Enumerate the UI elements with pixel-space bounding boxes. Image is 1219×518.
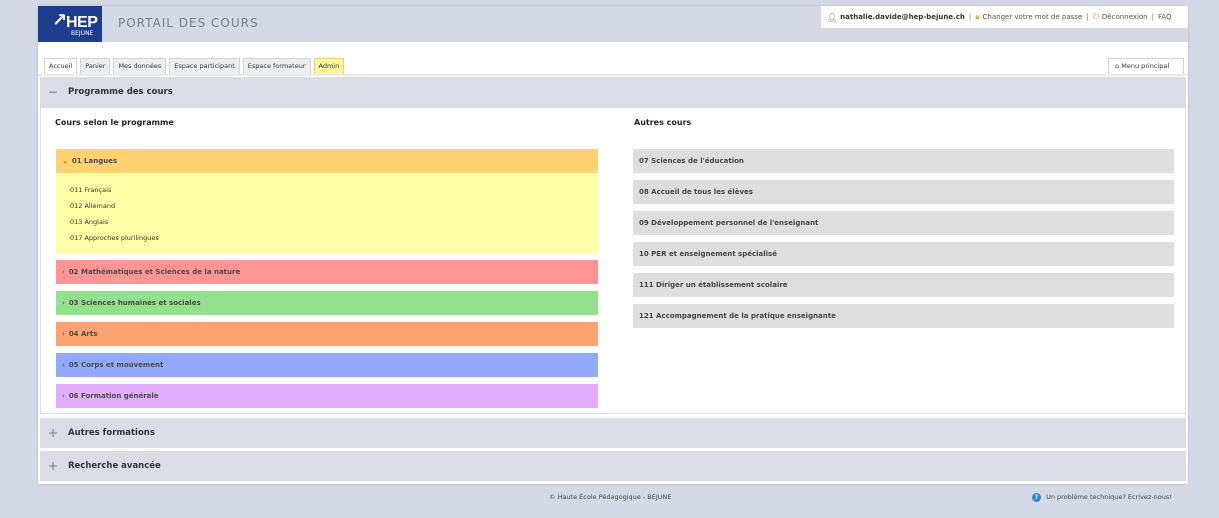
programme-item-label: 03 Sciences humaines et sociales <box>68 299 201 307</box>
tab-espace-participant[interactable]: Espace participant <box>169 58 240 74</box>
chevron-right-icon: › <box>62 330 65 338</box>
chevron-down-icon: ⌄ <box>62 157 68 165</box>
programme-item-mathematiques[interactable]: › 02 Mathématiques et Sciences de la nat… <box>56 260 598 284</box>
programme-item-label: 06 Formation générale <box>68 392 159 400</box>
autres-cours-item[interactable]: 08 Accueil de tous les élèves <box>633 180 1174 204</box>
programme-item-langues[interactable]: ⌄ 01 Langues <box>56 149 598 173</box>
programme-column-title: Cours selon le programme <box>55 118 174 127</box>
tab-mes-donnees[interactable]: Mes données <box>113 58 167 74</box>
tab-divider <box>38 74 1188 76</box>
chevron-right-icon: › <box>62 361 65 369</box>
logout-link[interactable]: Déconnexion <box>1102 13 1148 21</box>
section-autres-formations-title: Autres formations <box>68 428 155 438</box>
header: ↗ HEP BEJUNE PORTAIL DES COURS 👤︎ nathal… <box>38 6 1188 42</box>
logo-text: HEP <box>66 14 98 31</box>
section-programme-body: Cours selon le programme Autres cours ⌄ … <box>40 107 1186 414</box>
autres-cours-item[interactable]: 111 Diriger un établissement scolaire <box>633 273 1174 297</box>
chevron-right-icon: › <box>62 392 65 400</box>
tab-panier[interactable]: Panier <box>80 58 111 74</box>
faq-link[interactable]: FAQ <box>1158 13 1172 21</box>
hep-logo[interactable]: ↗ HEP BEJUNE <box>38 6 102 42</box>
chevron-right-icon: › <box>62 268 65 276</box>
section-programme-title: Programme des cours <box>68 87 173 97</box>
sublist-item-anglais[interactable]: 013 Anglais <box>70 217 598 233</box>
footer-help-link[interactable]: Un problème technique? Ecrivez-nous! <box>1046 493 1172 501</box>
autres-cours-item[interactable]: 09 Développement personnel de l'enseigna… <box>633 211 1174 235</box>
collapse-icon: − <box>48 85 59 99</box>
sublist-item-francais[interactable]: 011 Français <box>70 185 598 201</box>
section-programme-header[interactable]: − Programme des cours <box>40 77 1186 107</box>
chevron-right-icon: › <box>62 299 65 307</box>
logo-arrow-icon: ↗ <box>52 10 68 31</box>
user-email[interactable]: nathalie.davide@hep-bejune.ch <box>840 13 965 21</box>
expand-icon: + <box>48 426 59 440</box>
user-bar: 👤︎ nathalie.davide@hep-bejune.ch | 🔒︎ Ch… <box>821 6 1188 28</box>
programme-item-label: 04 Arts <box>68 330 98 338</box>
programme-item-arts[interactable]: › 04 Arts <box>56 322 598 346</box>
sublist-item-allemand[interactable]: 012 Allemand <box>70 201 598 217</box>
programme-item-sciences-humaines[interactable]: › 03 Sciences humaines et sociales <box>56 291 598 315</box>
tab-admin[interactable]: Admin <box>313 58 345 74</box>
section-recherche-header[interactable]: + Recherche avancée <box>40 451 1186 481</box>
question-icon: ? <box>1032 493 1041 502</box>
menu-principal-label: Menu principal <box>1121 62 1170 70</box>
portal-title: PORTAIL DES COURS <box>118 16 259 30</box>
tab-espace-formateur[interactable]: Espace formateur <box>242 58 311 74</box>
autres-cours-item[interactable]: 10 PER et enseignement spécialisé <box>633 242 1174 266</box>
change-password-link[interactable]: Changer votre mot de passe <box>983 13 1083 21</box>
user-icon: 👤︎ <box>827 12 838 22</box>
footer-copyright: © Haute École Pédagogique - BEJUNE <box>549 493 672 501</box>
expand-icon: + <box>48 459 59 473</box>
sublist-item-plurilingues[interactable]: 017 Approches plurilingues <box>70 233 598 249</box>
lock-icon: 🔒︎ <box>975 12 980 21</box>
main-tabs: Accueil Panier Mes données Espace partic… <box>44 58 345 74</box>
home-icon: ⌂ <box>1115 62 1120 70</box>
autres-cours-item[interactable]: 121 Accompagnement de la pratique enseig… <box>633 304 1174 328</box>
programme-item-label: 05 Corps et mouvement <box>68 361 164 369</box>
autres-cours-item[interactable]: 07 Sciences de l'éducation <box>633 149 1174 173</box>
autres-cours-column-title: Autres cours <box>634 118 692 127</box>
footer-help[interactable]: ? Un problème technique? Ecrivez-nous! <box>1032 493 1172 502</box>
power-icon: ⏻︎ <box>1092 12 1099 21</box>
logo-subtext: BEJUNE <box>71 30 94 37</box>
programme-item-formation-generale[interactable]: › 06 Formation générale <box>56 384 598 408</box>
programme-item-label: 01 Langues <box>71 157 118 165</box>
menu-principal-button[interactable]: ⌂ Menu principal <box>1108 58 1184 74</box>
section-recherche-title: Recherche avancée <box>68 461 161 471</box>
section-autres-formations-header[interactable]: + Autres formations <box>40 418 1186 448</box>
programme-item-label: 02 Mathématiques et Sciences de la natur… <box>68 268 241 276</box>
langues-sublist: 011 Français 012 Allemand 013 Anglais 01… <box>56 173 598 253</box>
tab-accueil[interactable]: Accueil <box>44 58 78 74</box>
programme-item-corps-mouvement[interactable]: › 05 Corps et mouvement <box>56 353 598 377</box>
page-container: ↗ HEP BEJUNE PORTAIL DES COURS 👤︎ nathal… <box>38 6 1188 484</box>
